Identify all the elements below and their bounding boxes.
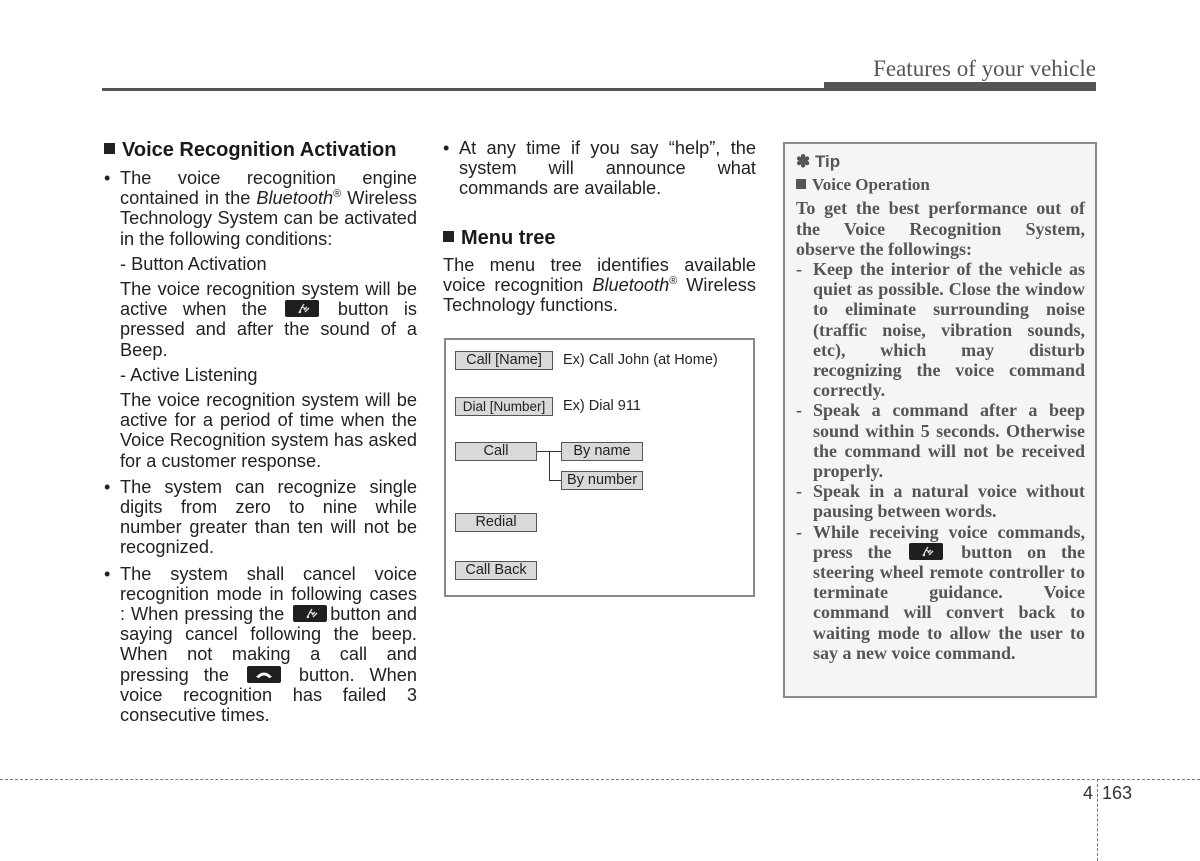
bullet-activation-conditions: • The voice recognition engine contained… <box>104 168 417 249</box>
tip-item: - Speak a command after a beep sound with… <box>796 400 1085 482</box>
bullet-digit-recognition: • The system can recognize single digits… <box>104 476 417 558</box>
talk-button-icon <box>285 300 320 318</box>
tip-box: ✽ Tip Voice Operation To get the best pe… <box>783 142 1097 698</box>
tip-item: - Speak in a natural voice without pausin… <box>796 481 1085 522</box>
menu-tree-diagram: Call [Name] Ex) Call John (at Home) Dial… <box>444 338 755 597</box>
square-bullet-icon <box>443 230 454 242</box>
menu-node-dial-number: Dial [Number] <box>455 397 553 416</box>
bullet-dot: • <box>104 476 111 497</box>
asterisk-icon: ✽ <box>796 152 811 171</box>
menu-node-call-back: Call Back <box>455 561 537 580</box>
menu-node-call-name: Call [Name] <box>455 351 553 370</box>
menu-tree-intro: The menu tree identifies available voice… <box>443 254 756 316</box>
menu-node-by-number: By number <box>561 471 643 490</box>
sub-title-button-activation: - Button Activation <box>120 253 267 274</box>
tree-connector <box>549 451 550 480</box>
menu-example-dial-number: Ex) Dial 911 <box>563 398 641 414</box>
header-rule <box>102 88 827 91</box>
tip-heading: ✽ Tip <box>796 152 841 171</box>
menu-node-call: Call <box>455 442 537 461</box>
talk-button-icon <box>293 605 328 623</box>
square-bullet-icon <box>104 143 115 154</box>
tree-connector <box>549 480 561 481</box>
menu-example-call-name: Ex) Call John (at Home) <box>563 352 718 368</box>
chapter-title: Features of your vehicle <box>873 56 1096 81</box>
middle-column: • At any time if you say “help”, the sys… <box>443 138 756 315</box>
menu-node-by-name: By name <box>561 442 643 461</box>
header-rule-accent <box>824 82 1096 91</box>
bullet-dot: • <box>104 168 111 188</box>
brand-bluetooth: Bluetooth <box>256 188 334 209</box>
chapter-number: 4 <box>1082 783 1093 803</box>
bullet-cancel-conditions: • The system shall cancel voice recognit… <box>104 563 417 726</box>
section-heading-menu-tree: Menu tree <box>443 226 756 250</box>
sub-title-active-listening: - Active Listening <box>120 364 258 385</box>
brand-bluetooth: Bluetooth <box>592 274 670 295</box>
square-bullet-icon <box>796 179 806 190</box>
tip-item: - Keep the interior of the vehicle as qui… <box>796 259 1085 401</box>
page-number: 163 <box>1102 783 1133 803</box>
section-heading-voice-recognition: Voice Recognition Activation <box>104 138 417 162</box>
sub-text-button-activation: The voice recognition system will be act… <box>120 279 417 360</box>
bullet-help-command: • At any time if you say “help”, the sys… <box>443 138 756 199</box>
footer-divider <box>1097 779 1098 861</box>
tip-intro: To get the best performance out of the V… <box>796 198 1085 259</box>
hang-up-button-icon <box>246 665 281 683</box>
footer-rule <box>0 779 1200 780</box>
talk-button-icon <box>909 542 944 560</box>
tip-item: - While receiving voice commands, press t… <box>796 521 1085 663</box>
tip-subtitle: Voice Operation <box>796 175 1085 195</box>
bullet-dot: • <box>443 138 450 158</box>
menu-node-redial: Redial <box>455 513 537 532</box>
bullet-dot: • <box>104 563 111 584</box>
sub-text-active-listening: The voice recognition system will be act… <box>120 390 417 471</box>
left-column: Voice Recognition Activation • The voice… <box>104 138 417 725</box>
